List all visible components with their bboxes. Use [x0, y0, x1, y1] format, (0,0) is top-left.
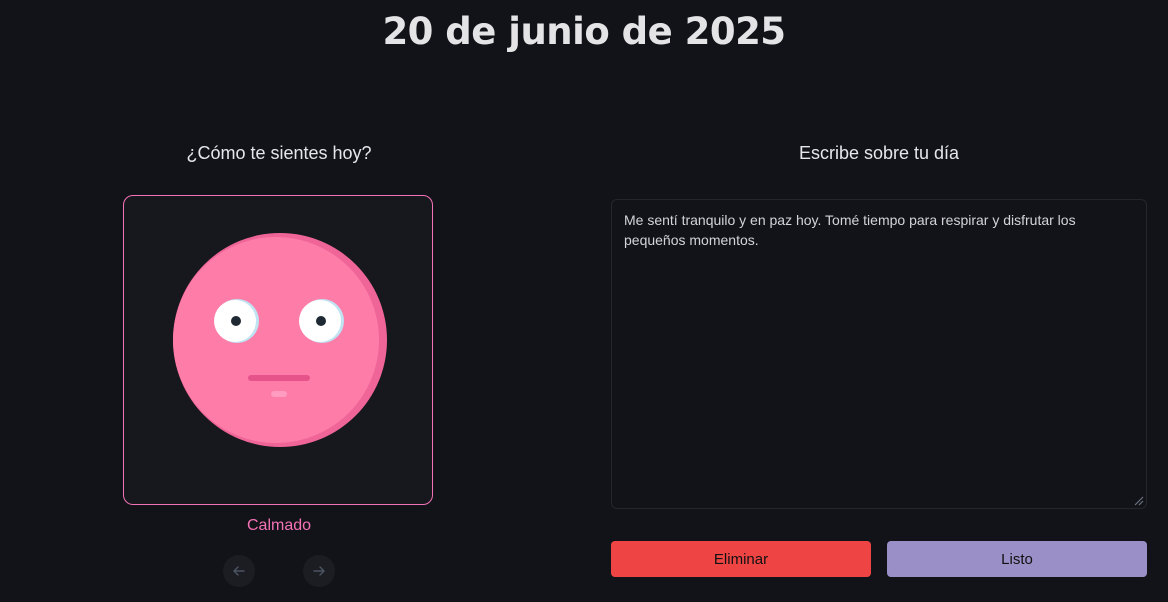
calm-face-icon — [173, 233, 387, 447]
resize-handle-icon[interactable] — [1132, 494, 1144, 506]
journal-heading: Escribe sobre tu día — [798, 143, 960, 163]
done-button[interactable]: Listo — [887, 541, 1147, 577]
delete-button[interactable]: Eliminar — [611, 541, 871, 577]
arrow-left-icon — [233, 566, 245, 576]
mood-label: Calmado — [246, 517, 312, 534]
mood-selector-card[interactable] — [123, 195, 433, 505]
mood-heading: ¿Cómo te sientes hoy? — [186, 143, 372, 163]
journal-textarea[interactable]: Me sentí tranquilo y en paz hoy. Tomé ti… — [611, 199, 1147, 509]
page-title: 20 de junio de 2025 — [382, 10, 786, 53]
previous-mood-button[interactable] — [223, 555, 255, 587]
arrow-right-icon — [313, 566, 325, 576]
next-mood-button[interactable] — [303, 555, 335, 587]
journal-text: Me sentí tranquilo y en paz hoy. Tomé ti… — [624, 212, 1076, 248]
